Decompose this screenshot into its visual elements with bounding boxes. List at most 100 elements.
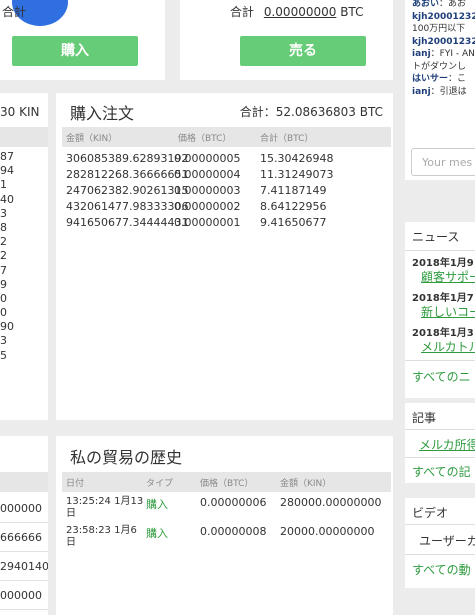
chat-text: こ [457,74,467,84]
buy-order-price: 0.00000004 [174,168,241,181]
sell-order-row[interactable]: 5 [0,349,14,363]
buy-orders-rows: 306085389.62893192 0.00000005 15.30426948 2… [66,151,386,231]
buy-order-total: 11.31249073 [260,168,334,181]
sell-order-row[interactable]: 7 [0,264,14,278]
buy-order-total: 8.64122956 [260,200,327,213]
video-item[interactable]: ユーザーガ [419,532,475,549]
sell-order-row[interactable]: 8 [0,221,14,235]
chat-username[interactable]: はいサー [412,74,448,84]
market-history-head [0,472,48,492]
chat-username[interactable]: あおい [412,0,439,9]
sell-order-row[interactable]: 0 [0,292,14,306]
buy-order-row[interactable]: 247062382.90261315 0.00000003 7.41187149 [66,183,386,199]
trade-price: 0.00000008 [200,525,267,538]
chat-username[interactable]: kjh20001232 [412,12,475,22]
chat-text: 100万円以下 [412,24,466,34]
sell-order-row[interactable]: 9 [0,278,14,292]
news-panel: ニュース 2018年1月9日顧客サポー 2018年1月7日新しいコー 2018年1月… [405,222,475,398]
buy-order-row[interactable]: 432061477.98333306 0.00000002 8.64122956 [66,199,386,215]
news-link[interactable]: 新しいコー [421,303,475,320]
news-date: 2018年1月9日 [412,258,475,269]
chat-messages: あおい：あお kjh20001232 100万円以下 kjh20001232 ianj：… [412,0,475,98]
chat-panel: あおい：あお kjh20001232 100万円以下 kjh20001232 ianj：… [405,0,475,180]
my-trades-title: 私の貿易の歴史 [70,448,183,467]
sell-orders-fragment: 30 KIN 87 94 1 40 3 8 2 2 7 9 0 0 90 3 5 [0,93,48,420]
news-link[interactable]: メルカトル [421,338,475,355]
col-date: 日付 [66,479,85,489]
chat-input[interactable]: Your mes [411,148,475,176]
col-price: 価格（BTC） [200,479,254,489]
market-trade-row: 000000 [0,494,48,523]
all-videos-link[interactable]: すべての動 [412,561,471,578]
sell-order-row[interactable]: 2 [0,249,14,263]
articles-title: 記事 [412,411,437,425]
trade-date: 23:58:23 1月6日 [66,525,137,548]
my-trades-rows: 13:25:24 1月13日 購入 0.00000006 280000.0000000… [62,496,391,554]
buy-order-amount: 941650677.34444431 [66,216,189,229]
sell-order-row[interactable]: 0 [0,306,14,320]
sell-order-row[interactable]: 87 [0,150,14,164]
my-trade-row: 13:25:24 1月13日 購入 0.00000006 280000.0000000… [62,496,391,525]
chat-message: 100万円以下 [412,23,475,36]
sell-order-row[interactable]: 94 [0,164,14,178]
sell-total-value: 0.00000000 [263,5,337,19]
chat-username[interactable]: ianj [412,49,431,59]
my-trades-header: 日付 タイプ 価格（BTC） 金額（KIN） [62,472,391,492]
chat-message: あおい：あお [412,0,467,9]
all-news-link[interactable]: すべてのニ [412,368,471,385]
sell-order-row[interactable]: 3 [0,334,14,348]
sell-total-currency: BTC [340,5,364,19]
buy-order-price: 0.00000005 [174,152,241,165]
trade-type: 購入 [146,498,168,511]
sell-order-row[interactable]: 2 [0,235,14,249]
buy-order-price: 0.00000001 [174,216,241,229]
article-link-mercatox[interactable]: メルカ所得 [419,436,475,453]
col-price-btc: 価格（BTC） [178,134,232,144]
sell-total-label: 合計 [230,5,255,19]
market-trade-row: 000000 [0,581,48,610]
col-amount-kin: 金額（KIN） [66,134,118,144]
news-date: 2018年1月7日 [412,293,475,304]
market-history-rows: 000000 666666 2940140 000000 [0,494,48,610]
chat-message: はいサー：こ [412,74,467,84]
buy-order-total: 7.41187149 [260,184,327,197]
market-trade-row: 666666 [0,523,48,552]
sell-order-row[interactable]: 40 [0,193,14,207]
articles-panel: 記事 メルカ所得 すべての記 [405,403,475,483]
chat-text: あお [448,0,467,9]
sell-orders-head [0,127,48,147]
buy-button[interactable]: 購入 [12,36,138,66]
buy-orders-header: 金額（KIN） 価格（BTC） 合計（BTC） [62,127,391,147]
buy-order-total: 9.41650677 [260,216,327,229]
sell-order-row[interactable]: 1 [0,178,14,192]
chat-username[interactable]: kjh20001232 [412,37,475,47]
buy-order-amount: 282812268.36666651 [66,168,189,181]
buy-order-price: 0.00000002 [174,200,241,213]
buy-order-row[interactable]: 282812268.36666651 0.00000004 11.31249073 [66,167,386,183]
trade-date: 13:25:24 1月13日 [66,496,144,519]
trade-price: 0.00000006 [200,496,267,509]
trade-amount: 20000.00000000 [280,525,375,538]
market-trade-row: 2940140 [0,552,48,581]
news-link[interactable]: 顧客サポー [421,268,475,285]
sell-order-row[interactable]: 90 [0,320,14,334]
news-title: ニュース [412,230,460,244]
my-trades-panel: 私の貿易の歴史 日付 タイプ 価格（BTC） 金額（KIN） 13:25:24 … [56,436,393,615]
sell-order-row[interactable]: 3 [0,207,14,221]
chat-message: ianj：引退は [412,86,467,97]
buy-order-amount: 247062382.90261315 [66,184,189,197]
buy-order-amount: 306085389.62893192 [66,152,189,165]
news-date: 2018年1月3日 [412,328,475,339]
chat-text: FYI - AN [439,49,475,59]
buy-order-row[interactable]: 306085389.62893192 0.00000005 15.30426948 [66,151,386,167]
col-type: タイプ [146,479,174,489]
sell-button[interactable]: 売る [240,36,366,66]
sell-form-panel: 合計 0.00000000 BTC 売る [180,0,393,80]
buy-order-row[interactable]: 941650677.34444431 0.00000001 9.41650677 [66,215,386,231]
all-articles-link[interactable]: すべての記 [412,463,471,480]
chat-message: ianj：FYI - AN [412,49,475,59]
chat-text: 引退は [439,86,467,97]
video-title: ビデオ [412,506,449,520]
chat-username[interactable]: ianj [412,87,431,97]
my-trade-row: 23:58:23 1月6日 購入 0.00000008 20000.00000000 [62,525,391,554]
